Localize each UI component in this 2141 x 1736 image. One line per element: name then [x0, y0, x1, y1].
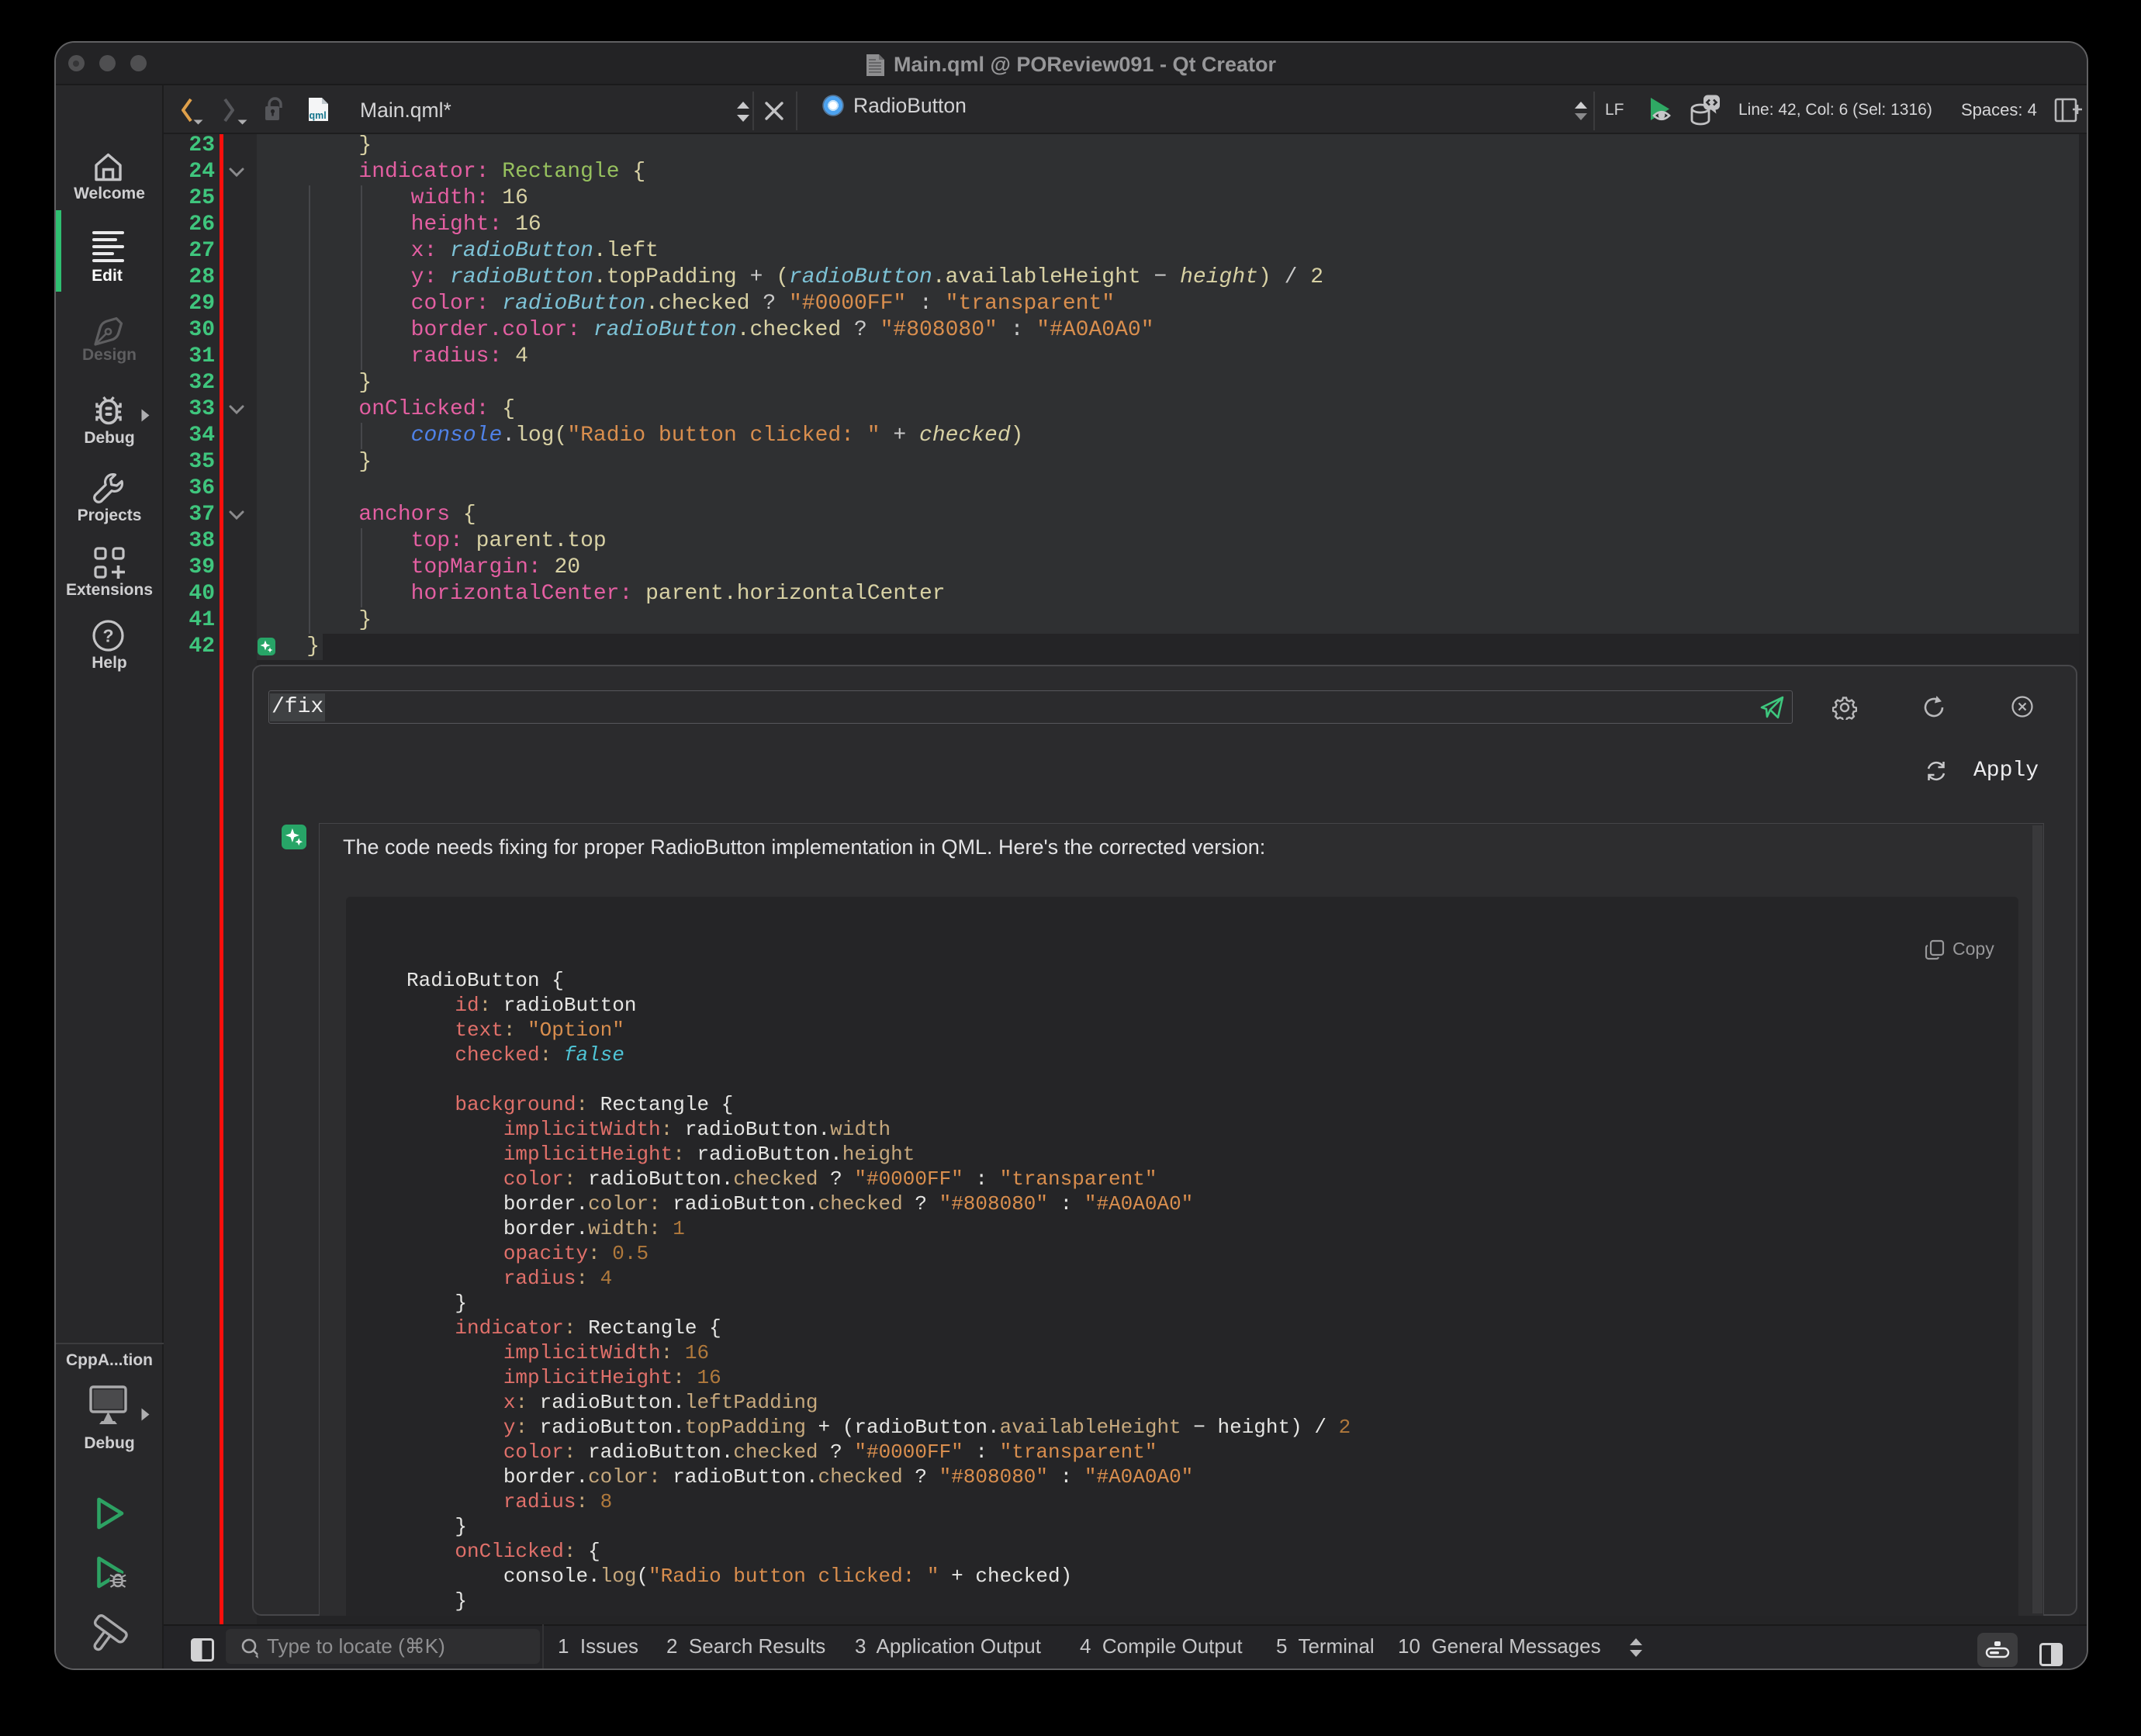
svg-text:qml: qml	[310, 110, 327, 121]
svg-text:?: ?	[102, 626, 113, 646]
